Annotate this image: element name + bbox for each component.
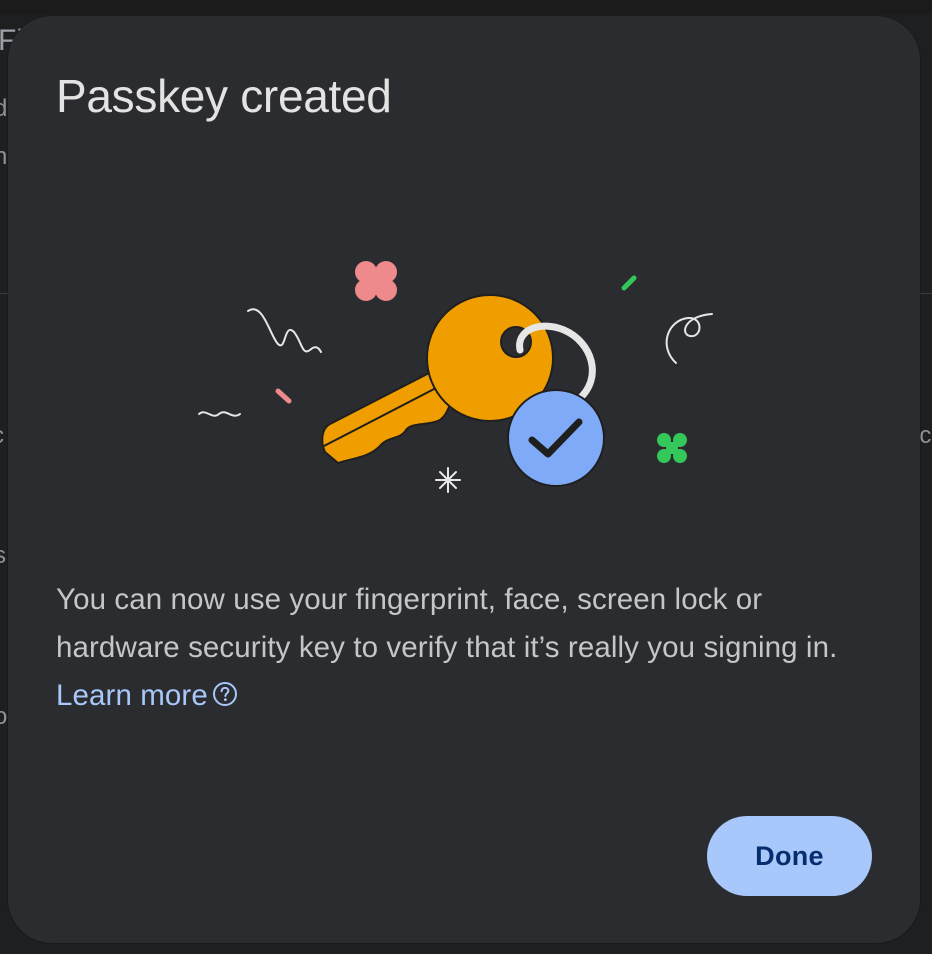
dialog-description: You can now use your fingerprint, face, … xyxy=(56,576,876,720)
background-top-bar xyxy=(0,0,932,14)
help-circle-icon xyxy=(212,682,237,706)
passkey-created-dialog: Passkey created You can now use your fin… xyxy=(8,16,920,943)
key-with-checkmark-illustration xyxy=(198,261,713,493)
learn-more-label: Learn more xyxy=(56,679,208,712)
done-button[interactable]: Done xyxy=(707,816,872,896)
sparkle-decoration xyxy=(435,467,461,493)
background-text-fragment: s xyxy=(0,542,6,569)
wave-decoration xyxy=(198,411,241,417)
pink-dash-decoration xyxy=(275,388,292,404)
background-text-fragment: n xyxy=(0,143,8,170)
green-clover-decoration xyxy=(657,433,687,463)
curl-decoration xyxy=(665,313,713,364)
learn-more-link[interactable]: Learn more xyxy=(56,679,238,712)
squiggle-decoration xyxy=(247,308,322,353)
description-text: You can now use your fingerprint, face, … xyxy=(56,583,838,664)
background-text-fragment: o xyxy=(0,703,8,730)
dialog-title: Passkey created xyxy=(56,70,392,122)
background-text-fragment: c xyxy=(0,424,4,448)
pink-flower-decoration xyxy=(355,261,397,301)
checkmark-badge-icon xyxy=(507,389,605,487)
background-text-fragment: d xyxy=(0,95,8,122)
green-dash-decoration xyxy=(621,275,637,291)
